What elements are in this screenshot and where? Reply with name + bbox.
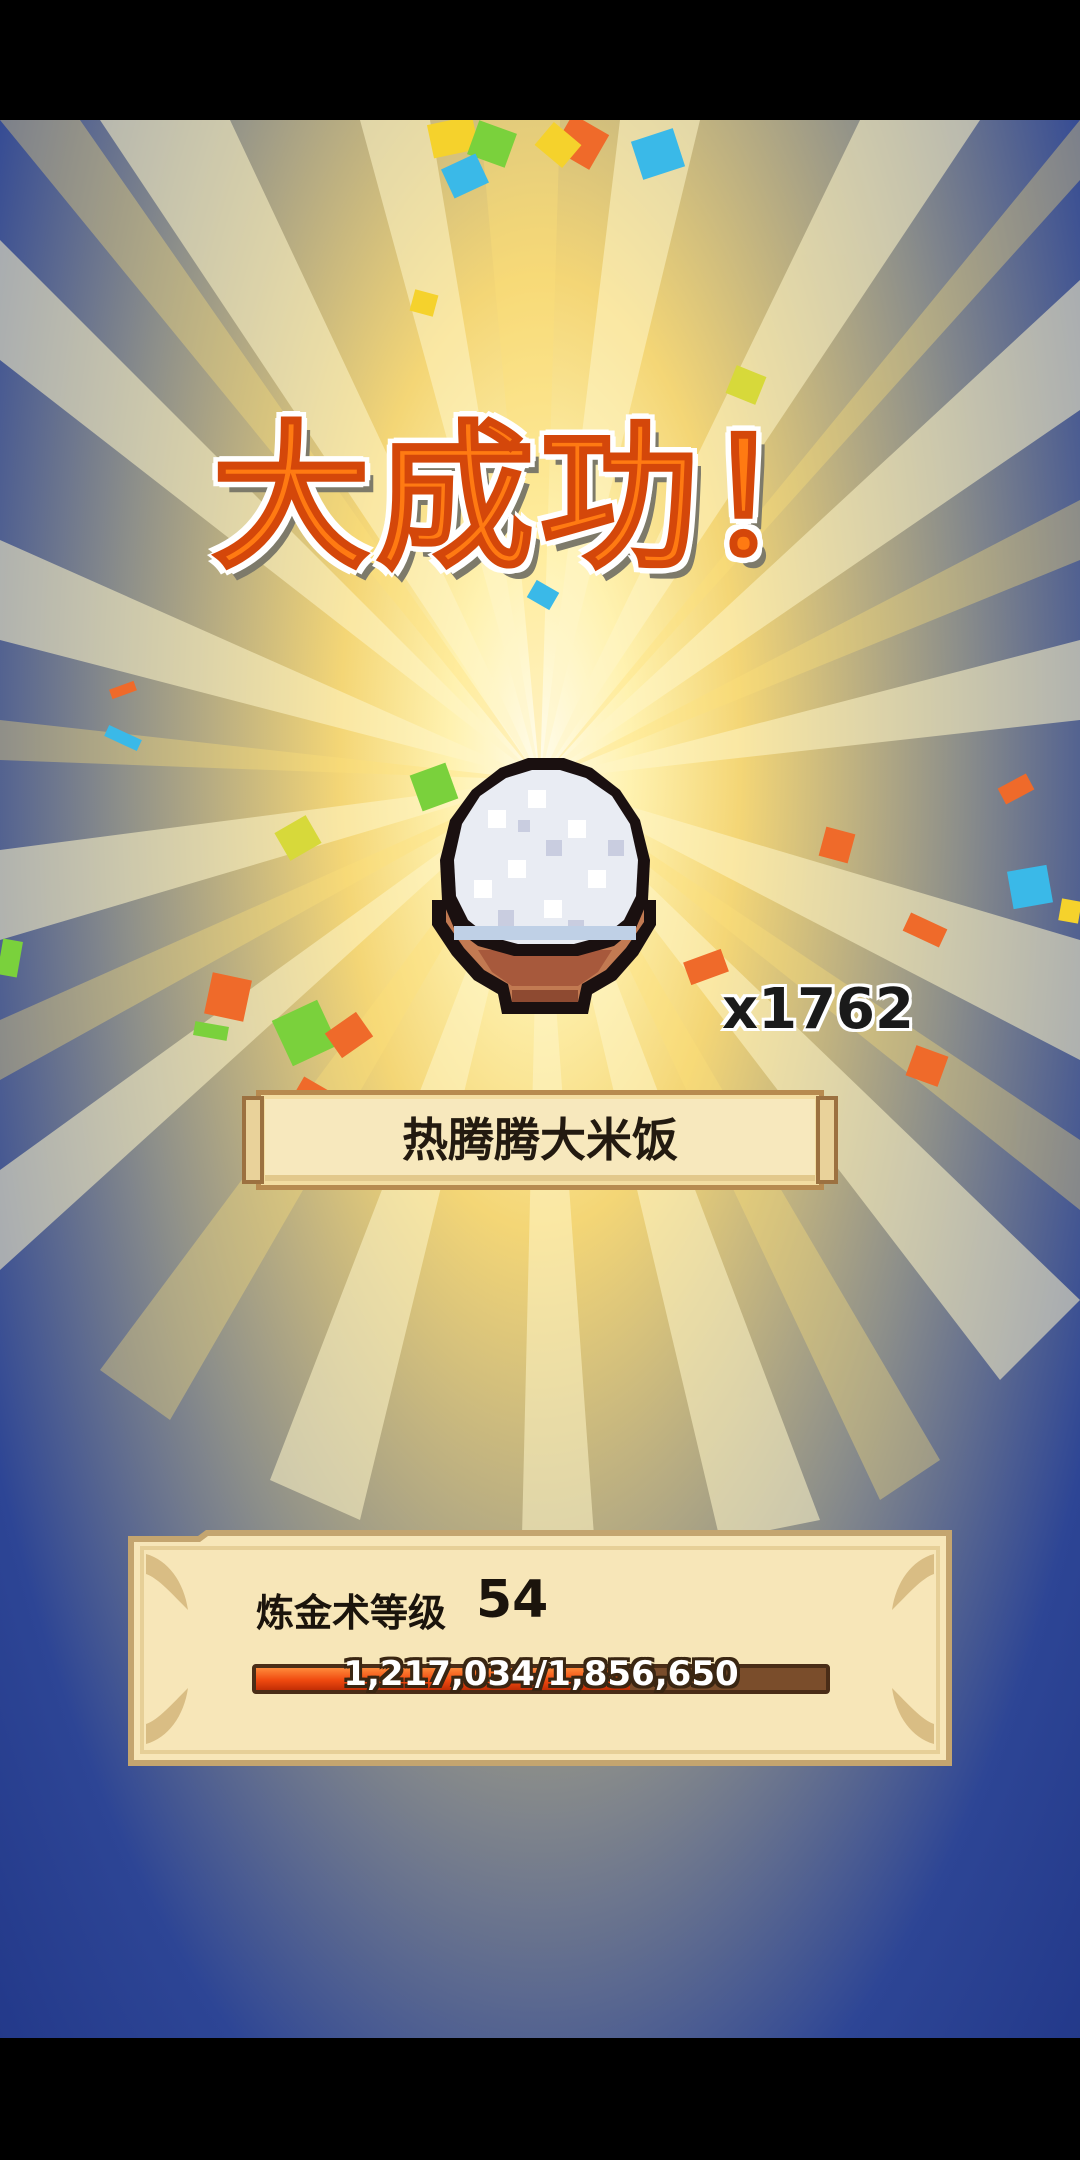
navigation-bar (0, 2038, 1080, 2160)
parchment-panel (128, 1530, 952, 1766)
alchemy-level-value: 54 (476, 1570, 549, 1630)
result-title: 大成功！ (211, 407, 868, 591)
item-name: 热腾腾大米饭 (402, 1113, 678, 1167)
alchemy-level-panel: 炼金术等级 54 1,217,034/1,856,650 (128, 1530, 952, 1766)
item-count: x1762 (722, 977, 914, 1042)
item-name-plate: 热腾腾大米饭 (242, 1090, 838, 1190)
xp-progress-text: 1,217,034/1,856,650 (343, 1654, 739, 1694)
status-bar (0, 0, 1080, 120)
result-screen[interactable]: 大成功！ x1762 热腾腾大米饭 炼金术等级 54 1,217,034/1,8… (0, 120, 1080, 2038)
screen: 大成功！ x1762 热腾腾大米饭 炼金术等级 54 1,217,034/1,8… (0, 0, 1080, 2160)
rice-bowl-icon (432, 758, 656, 1014)
alchemy-level-label: 炼金术等级 (256, 1591, 447, 1635)
